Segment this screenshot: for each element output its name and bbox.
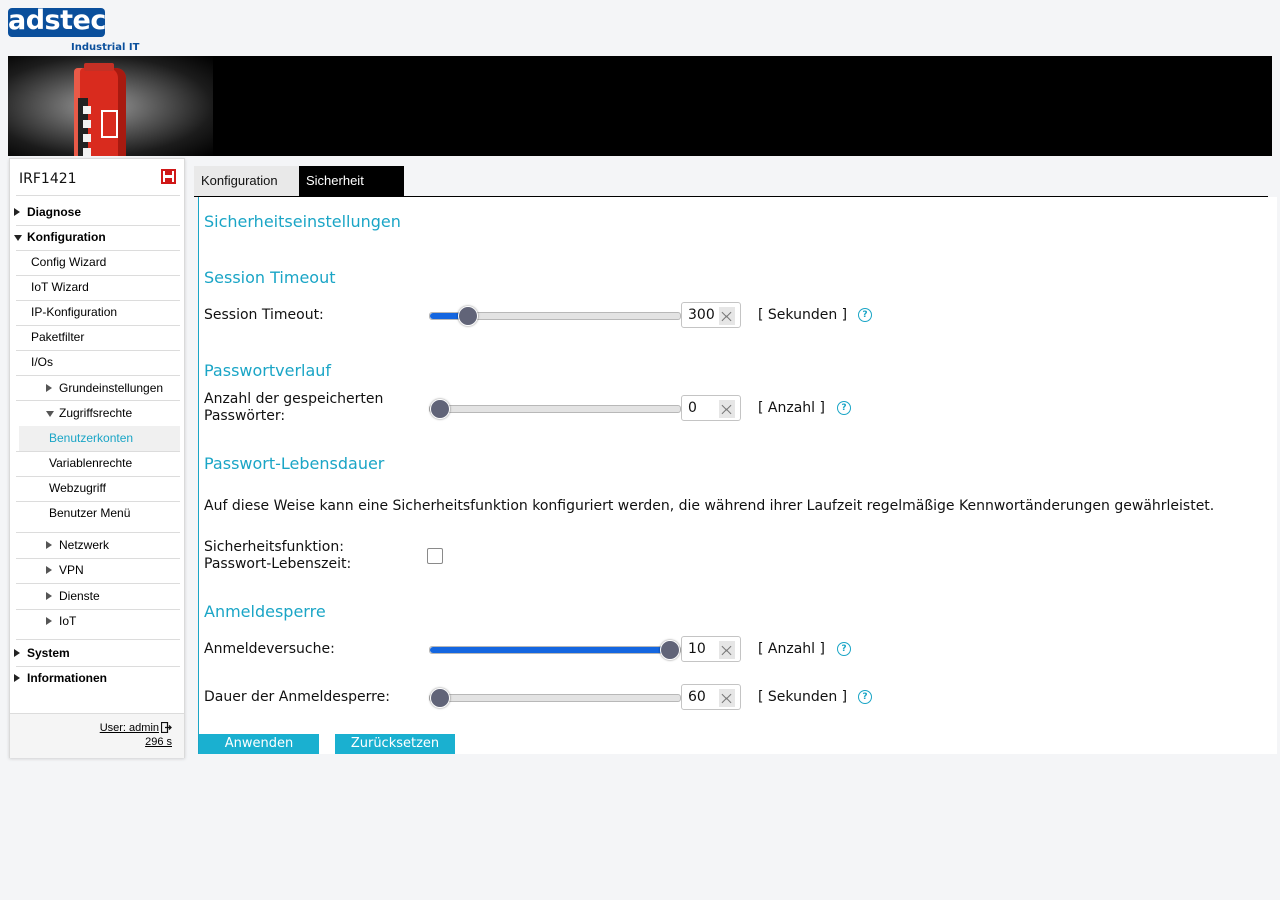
password-lifetime-checkbox[interactable] xyxy=(427,548,443,564)
session-timeout-unit: [ Sekunden ] xyxy=(758,307,848,323)
sidebar-item-config-wizard[interactable]: Config Wizard xyxy=(31,250,106,275)
password-lifetime-description: Auf diese Weise kann eine Sicherheitsfun… xyxy=(204,498,1215,514)
help-icon[interactable]: ? xyxy=(837,642,851,656)
help-icon[interactable]: ? xyxy=(837,401,851,415)
password-history-input[interactable]: 0 xyxy=(681,395,741,421)
adstec-logo: adstec Industrial IT xyxy=(8,5,140,54)
apply-button[interactable]: Anwenden xyxy=(199,734,319,754)
device-name: IRF1421 xyxy=(19,171,77,187)
slider-thumb[interactable] xyxy=(430,688,450,708)
lock-duration-value: 60 xyxy=(688,689,706,705)
user-link[interactable]: User: admin xyxy=(100,722,159,734)
router-device-image xyxy=(74,63,126,156)
collapsed-arrow-icon xyxy=(46,617,52,625)
lock-duration-slider[interactable] xyxy=(429,688,681,708)
collapsed-arrow-icon xyxy=(46,566,52,574)
slider-fill xyxy=(430,647,670,653)
sidebar-item-zugriffsrechte[interactable]: Zugriffsrechte xyxy=(59,401,132,426)
header-banner xyxy=(8,56,1272,156)
logout-icon[interactable] xyxy=(161,722,172,733)
session-timeout-input[interactable]: 300 xyxy=(681,302,741,328)
sidebar: IRF1421 Diagnose Konfiguration Config Wi… xyxy=(9,158,185,758)
password-history-unit: [ Anzahl ] xyxy=(758,400,825,416)
sidebar-item-iot[interactable]: IoT xyxy=(59,609,76,634)
help-icon[interactable]: ? xyxy=(858,690,872,704)
sidebar-item-grundeinstellungen[interactable]: Grundeinstellungen xyxy=(59,376,163,401)
lock-duration-label: Dauer der Anmeldesperre: xyxy=(204,689,390,705)
collapsed-arrow-icon xyxy=(14,208,20,216)
help-icon[interactable]: ? xyxy=(858,308,872,322)
lock-duration-unit: [ Sekunden ] xyxy=(758,689,848,705)
section-heading-login-lock: Anmeldesperre xyxy=(204,602,326,621)
slider-thumb[interactable] xyxy=(660,640,680,660)
slider-thumb[interactable] xyxy=(430,399,450,419)
password-history-value: 0 xyxy=(688,400,697,416)
password-history-label-line2: Passwörter: xyxy=(204,408,286,424)
login-attempts-slider[interactable] xyxy=(429,640,681,660)
login-attempts-input[interactable]: 10 xyxy=(681,636,741,662)
tab-konfiguration[interactable]: Konfiguration xyxy=(194,166,299,196)
sidebar-footer: User: admin 296 s xyxy=(10,713,184,758)
spinner-icon[interactable] xyxy=(719,400,735,419)
security-settings-panel: Sicherheitseinstellungen Session Timeout… xyxy=(198,197,1277,754)
sidebar-item-benutzer-menue[interactable]: Benutzer Menü xyxy=(49,501,130,526)
password-history-slider[interactable] xyxy=(429,399,681,419)
sidebar-item-konfiguration[interactable]: Konfiguration xyxy=(27,225,106,250)
page-title: Sicherheitseinstellungen xyxy=(204,212,401,231)
section-heading-password-lifetime: Passwort-Lebensdauer xyxy=(204,454,385,473)
reset-button[interactable]: Zurücksetzen xyxy=(335,734,455,754)
section-heading-session-timeout: Session Timeout xyxy=(204,268,336,287)
tab-sicherheit[interactable]: Sicherheit xyxy=(299,166,404,196)
slider-thumb[interactable] xyxy=(457,306,478,326)
sidebar-item-vpn[interactable]: VPN xyxy=(59,558,84,583)
session-timeout-slider[interactable] xyxy=(429,306,681,326)
collapsed-arrow-icon xyxy=(46,541,52,549)
sidebar-item-ip-konfiguration[interactable]: IP-Konfiguration xyxy=(31,300,117,325)
sidebar-item-ios[interactable]: I/Os xyxy=(31,350,53,375)
lock-duration-input[interactable]: 60 xyxy=(681,684,741,710)
sidebar-item-benutzerkonten[interactable]: Benutzerkonten xyxy=(19,426,180,451)
login-attempts-value: 10 xyxy=(688,641,706,657)
spinner-icon[interactable] xyxy=(719,307,735,326)
collapsed-arrow-icon xyxy=(14,674,20,682)
section-heading-password-history: Passwortverlauf xyxy=(204,361,332,380)
spinner-icon[interactable] xyxy=(719,641,735,660)
spinner-icon[interactable] xyxy=(719,689,735,708)
logo-subtitle: Industrial IT xyxy=(71,42,140,53)
sidebar-item-diagnose[interactable]: Diagnose xyxy=(27,200,81,225)
save-icon[interactable] xyxy=(161,169,176,184)
sidebar-item-dienste[interactable]: Dienste xyxy=(59,584,100,609)
sidebar-item-webzugriff[interactable]: Webzugriff xyxy=(49,476,106,501)
sidebar-item-informationen[interactable]: Informationen xyxy=(27,666,107,691)
sidebar-item-iot-wizard[interactable]: IoT Wizard xyxy=(31,275,89,300)
expanded-arrow-icon xyxy=(14,235,22,241)
logo-text: adstec xyxy=(8,5,106,36)
sidebar-item-paketfilter[interactable]: Paketfilter xyxy=(31,325,84,350)
session-timeout-value: 300 xyxy=(688,307,715,323)
session-timeout-label: Session Timeout: xyxy=(204,307,324,323)
login-attempts-label: Anmeldeversuche: xyxy=(204,641,335,657)
session-remaining[interactable]: 296 s xyxy=(145,736,172,748)
password-lifetime-label-line2: Passwort-Lebenszeit: xyxy=(204,556,352,572)
sidebar-item-netzwerk[interactable]: Netzwerk xyxy=(59,533,109,558)
login-attempts-unit: [ Anzahl ] xyxy=(758,641,825,657)
sidebar-item-variablenrechte[interactable]: Variablenrechte xyxy=(49,451,132,476)
collapsed-arrow-icon xyxy=(46,592,52,600)
sidebar-item-system[interactable]: System xyxy=(27,641,70,666)
expanded-arrow-icon xyxy=(46,411,54,417)
password-history-label-line1: Anzahl der gespeicherten xyxy=(204,391,384,407)
password-lifetime-label-line1: Sicherheitsfunktion: xyxy=(204,539,344,555)
collapsed-arrow-icon xyxy=(14,649,20,657)
collapsed-arrow-icon xyxy=(46,384,52,392)
